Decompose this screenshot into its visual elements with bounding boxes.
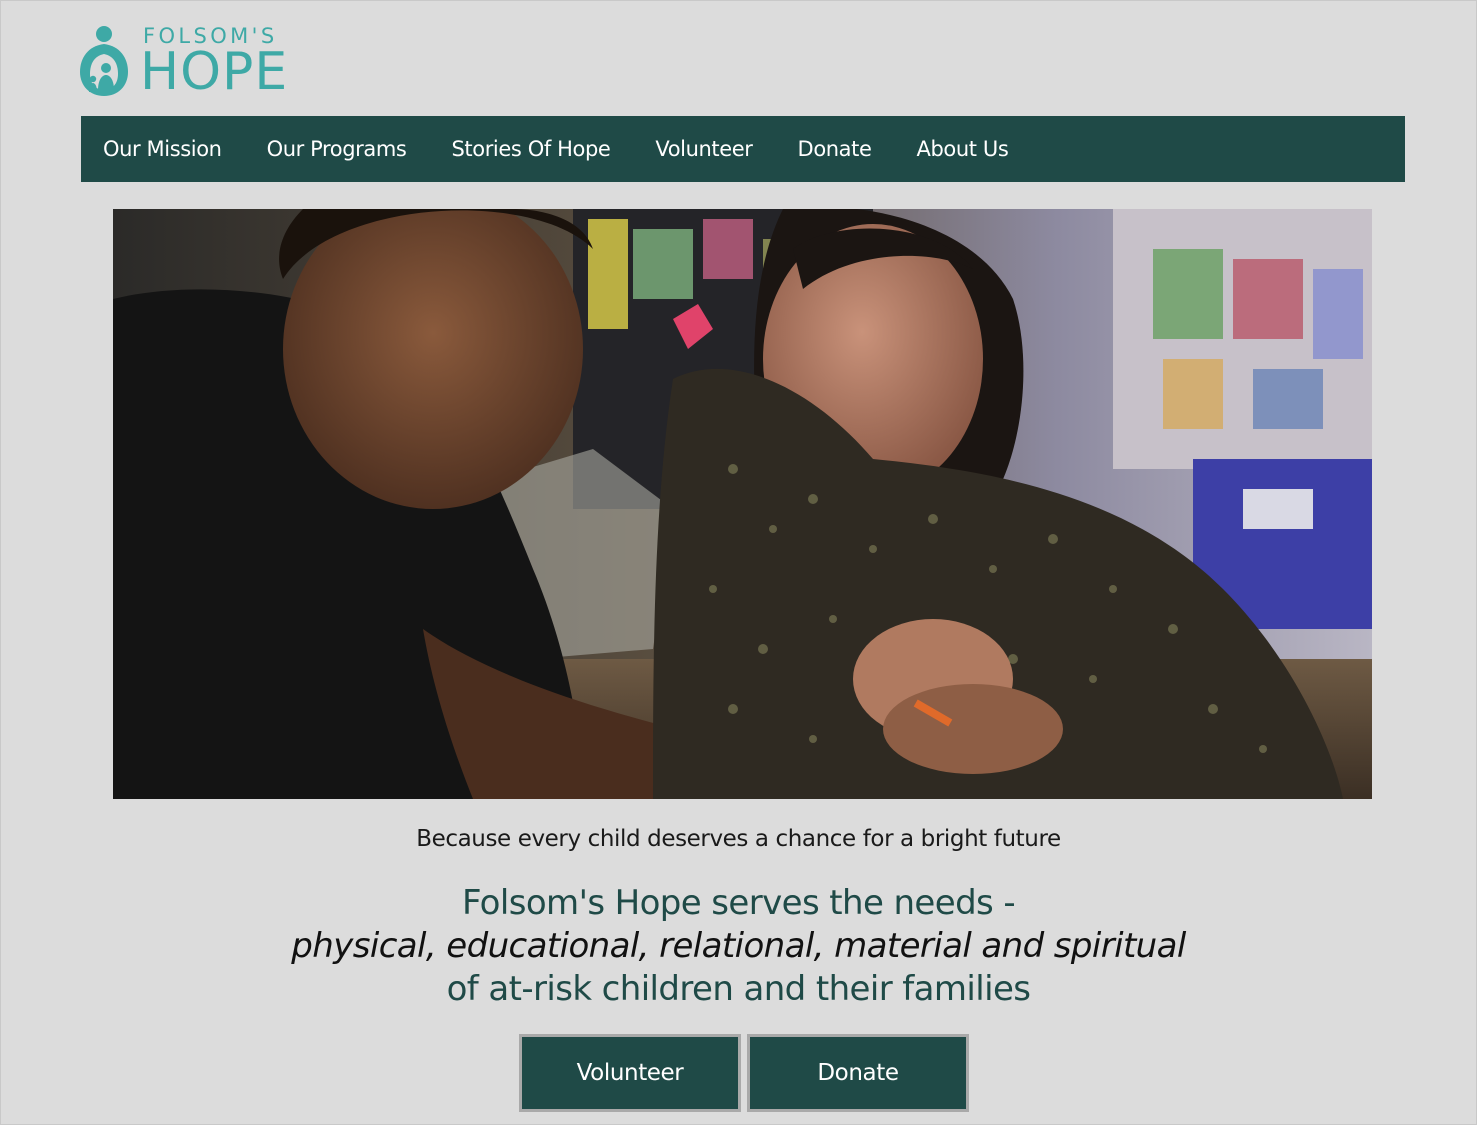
nav-item-donate[interactable]: Donate [798,137,872,161]
nav-item-our-programs[interactable]: Our Programs [267,137,407,161]
volunteer-button[interactable]: Volunteer [519,1034,741,1112]
site-logo[interactable]: FOLSOM'S HOPE [78,22,308,102]
donate-button[interactable]: Donate [747,1034,969,1112]
nav-item-our-mission[interactable]: Our Mission [103,137,222,161]
mission-line-1: Folsom's Hope serves the needs - [461,883,1016,923]
nav-item-volunteer[interactable]: Volunteer [655,137,753,161]
family-logo-icon [80,26,128,96]
mission-line-3: of at-risk children and their families [446,969,1031,1009]
logo-bottom-text: HOPE [140,42,289,102]
tagline: Because every child deserves a chance fo… [416,826,1061,852]
hero-photo-image [113,209,1372,799]
nav-item-about-us[interactable]: About Us [917,137,1009,161]
cta-button-group: Volunteer Donate [519,1034,969,1112]
mission-line-2: physical, educational, relational, mater… [291,926,1186,966]
main-navigation: Our Mission Our Programs Stories Of Hope… [81,116,1405,182]
hero-photo [113,209,1372,799]
nav-item-stories-of-hope[interactable]: Stories Of Hope [451,137,610,161]
mission-statement: Folsom's Hope serves the needs - physica… [0,882,1477,1011]
